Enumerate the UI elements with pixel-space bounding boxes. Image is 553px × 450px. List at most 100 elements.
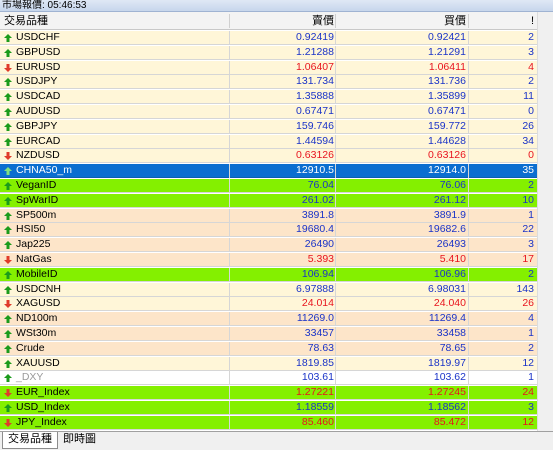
quote-ask: 1.06411 — [428, 60, 466, 73]
column-header-spread[interactable]: ! — [470, 12, 534, 30]
quote-bid: 26490 — [304, 238, 334, 251]
quote-row[interactable]: MobileID 106.94 106.96 2 — [0, 267, 553, 282]
column-divider — [229, 164, 230, 179]
column-divider — [335, 297, 336, 312]
quote-row[interactable]: VeganID 76.04 76.06 2 — [0, 179, 553, 193]
quote-bid: 0.67471 — [296, 105, 334, 117]
quote-row[interactable]: NZDUSD 0.63126 0.63126 0 — [0, 149, 553, 164]
quote-symbol: USD_Index — [16, 401, 70, 413]
quote-ask: 1.27245 — [428, 386, 466, 399]
quote-row[interactable]: USDJPY 131.734 131.736 2 — [0, 75, 553, 90]
column-divider — [335, 223, 336, 238]
quote-row[interactable]: JPY_Index 85.460 85.472 12 — [0, 415, 553, 430]
quote-ask: 1.44628 — [428, 134, 466, 147]
column-header-ask[interactable]: 買價 — [340, 12, 466, 30]
quote-ask: 85.472 — [433, 415, 466, 428]
quote-row[interactable]: EUR_Index 1.27221 1.27245 24 — [0, 386, 553, 401]
quote-bid: 1.18559 — [296, 401, 334, 413]
arrow-up-icon — [4, 359, 12, 368]
quote-row[interactable]: GBPUSD 1.21288 1.21291 3 — [0, 45, 553, 60]
quote-spread: 2 — [528, 267, 534, 280]
quote-symbol: MobileID — [16, 267, 58, 280]
quote-row[interactable]: XAUUSD 1819.85 1819.97 12 — [0, 356, 553, 371]
quote-row[interactable]: USDCHF 0.92419 0.92421 2 — [0, 31, 553, 45]
quote-spread: 3 — [528, 238, 534, 251]
quote-row[interactable]: USDCNH 6.97888 6.98031 143 — [0, 282, 553, 297]
column-divider — [229, 327, 230, 341]
quote-ask: 76.06 — [439, 179, 466, 191]
quote-row[interactable]: XAGUSD 24.014 24.040 26 — [0, 297, 553, 312]
column-divider — [468, 253, 469, 267]
column-divider — [229, 312, 230, 327]
column-divider — [229, 60, 230, 75]
column-header-symbol[interactable]: 交易品種 — [4, 12, 48, 30]
column-divider — [229, 75, 230, 90]
quote-ask: 24.040 — [433, 297, 466, 310]
quote-row[interactable]: CHNA50_m 12910.5 12914.0 35 — [0, 164, 553, 179]
quote-row[interactable]: GBPJPY 159.746 159.772 26 — [0, 119, 553, 134]
column-header-bid[interactable]: 賣價 — [236, 12, 334, 30]
quote-symbol: EUR_Index — [16, 386, 70, 399]
column-divider — [229, 179, 230, 193]
column-separator[interactable] — [335, 14, 336, 28]
column-separator[interactable] — [468, 14, 469, 28]
column-divider — [229, 297, 230, 312]
quote-ask: 78.65 — [439, 341, 466, 354]
quote-row[interactable]: WSt30m 33457 33458 1 — [0, 327, 553, 341]
quote-row[interactable]: Crude 78.63 78.65 2 — [0, 341, 553, 356]
quote-symbol: NZDUSD — [16, 149, 60, 162]
column-divider — [229, 386, 230, 401]
quote-bid: 6.97888 — [296, 282, 334, 295]
arrow-up-icon — [4, 270, 12, 279]
quote-row[interactable]: ND100m 11269.0 11269.4 4 — [0, 312, 553, 327]
quote-row[interactable]: AUDUSD 0.67471 0.67471 0 — [0, 105, 553, 119]
quote-ask: 0.67471 — [428, 105, 466, 117]
column-divider — [468, 45, 469, 60]
quote-row[interactable]: _DXY 103.61 103.62 1 — [0, 371, 553, 386]
quote-row[interactable]: USD_Index 1.18559 1.18562 3 — [0, 401, 553, 415]
column-divider — [229, 208, 230, 223]
quote-bid: 1.27221 — [296, 386, 334, 399]
tab-symbols[interactable]: 交易品種 — [2, 432, 58, 449]
column-separator[interactable] — [229, 14, 230, 28]
tab-tick-chart[interactable]: 即時圖 — [58, 432, 101, 449]
window-title: 市場報價: 05:46:53 — [2, 0, 87, 11]
quote-spread: 12 — [522, 356, 534, 369]
arrow-up-icon — [4, 226, 12, 235]
quote-row[interactable]: EURUSD 1.06407 1.06411 4 — [0, 60, 553, 75]
quote-ask: 1.18562 — [428, 401, 466, 413]
arrow-up-icon — [4, 78, 12, 87]
quote-symbol: GBPUSD — [16, 45, 61, 58]
quote-bid: 24.014 — [301, 297, 334, 310]
column-divider — [335, 75, 336, 90]
column-divider — [229, 149, 230, 164]
column-divider — [468, 356, 469, 371]
vertical-scrollbar[interactable] — [537, 12, 553, 431]
quote-bid: 5.393 — [307, 253, 334, 265]
quote-row[interactable]: Jap225 26490 26493 3 — [0, 238, 553, 253]
quote-symbol: WSt30m — [16, 327, 57, 339]
quote-row[interactable]: SP500m 3891.8 3891.9 1 — [0, 208, 553, 223]
quote-row[interactable]: HSI50 19680.4 19682.6 22 — [0, 223, 553, 238]
quote-spread: 3 — [528, 401, 534, 413]
quote-bid: 103.61 — [301, 371, 334, 384]
column-divider — [468, 90, 469, 105]
quote-ask: 131.736 — [428, 75, 466, 88]
column-divider — [229, 193, 230, 208]
quote-ask: 159.772 — [428, 119, 466, 132]
quote-symbol: NatGas — [16, 253, 52, 265]
column-divider — [335, 90, 336, 105]
arrow-up-icon — [4, 122, 12, 131]
quote-row[interactable]: SpWarID 261.02 261.12 10 — [0, 193, 553, 208]
quote-ask: 106.96 — [433, 267, 466, 280]
arrow-down-icon — [4, 152, 12, 161]
column-divider — [335, 238, 336, 253]
column-divider — [229, 223, 230, 238]
quote-spread: 12 — [522, 415, 534, 428]
quote-row[interactable]: NatGas 5.393 5.410 17 — [0, 253, 553, 267]
column-divider — [229, 267, 230, 282]
column-divider — [229, 134, 230, 149]
quote-row[interactable]: EURCAD 1.44594 1.44628 34 — [0, 134, 553, 149]
quote-row[interactable]: USDCAD 1.35888 1.35899 11 — [0, 90, 553, 105]
column-divider — [335, 164, 336, 179]
